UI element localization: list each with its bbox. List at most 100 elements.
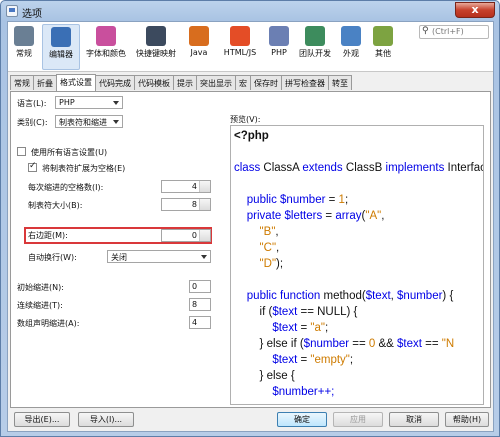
puzzle-icon (373, 26, 393, 46)
code-token: } else { (234, 370, 295, 382)
array-indent-label: 数组声明缩进(A): (17, 319, 80, 328)
code-token: $number++; (234, 386, 335, 398)
array-indent-field[interactable]: 4 (189, 316, 211, 329)
code-token: implements (385, 162, 448, 174)
category-editor[interactable]: 编辑器 (42, 24, 80, 70)
preview-label: 预览(V): (230, 115, 261, 124)
initial-indent-field[interactable]: 0 (189, 280, 211, 293)
code-token: method( (323, 290, 366, 302)
code-token: "C" (234, 242, 277, 254)
tab-1[interactable]: 折叠 (33, 75, 57, 90)
category-gear[interactable]: 常规 (10, 24, 38, 70)
dialog-client: 常规 编辑器 字体和颜色 快捷键映射 Java HTML/JS PHP 团队开发 外观 其他 (C… (7, 21, 494, 432)
category-label: 类别(C): (17, 118, 48, 127)
tab-size-spinner[interactable]: 8 (161, 198, 211, 211)
code-token: && (375, 338, 398, 350)
use-all-languages-checkbox[interactable] (17, 147, 26, 156)
format-panel: 语言(L): PHP 类别(C): 制表符和缩进 使用所有语言设置(U) 将制表… (10, 91, 491, 408)
code-token: $text (397, 338, 422, 350)
tab-7[interactable]: 宏 (235, 75, 251, 90)
button-bar: 导出(E)... 导入(I)... 确定 应用 取消 帮助(H) (8, 409, 493, 431)
tab-2[interactable]: 格式设置 (56, 74, 96, 91)
tab-strip: 常规 折叠 格式设置 代码完成 代码模板 提示 突出显示宏保存时 拼写检查器 转至 (10, 74, 352, 91)
auto-wrap-select[interactable]: 关闭 (107, 250, 211, 263)
category-keyboard[interactable]: 快捷键映射 (132, 24, 180, 70)
tab-4[interactable]: 代码模板 (134, 75, 174, 90)
category-team[interactable]: 团队开发 (296, 24, 334, 70)
language-label: 语言(L): (17, 99, 47, 108)
language-select[interactable]: PHP (55, 96, 123, 109)
code-token: $text (234, 322, 298, 334)
code-token: extends (302, 162, 346, 174)
search-input[interactable]: (Ctrl+F) (419, 25, 489, 39)
code-token: } else if ( (234, 338, 304, 350)
code-token: ; (349, 354, 354, 366)
category-select[interactable]: 制表符和缩进 (55, 115, 123, 128)
ok-button[interactable]: 确定 (277, 412, 327, 427)
code-token: ClassB (345, 162, 386, 174)
category-label: 外观 (343, 49, 359, 58)
category-puzzle[interactable]: 其他 (368, 24, 398, 70)
code-token: ClassA (263, 162, 303, 174)
category-html5[interactable]: HTML/JS (220, 24, 260, 70)
code-line: private $letters = array("A", (234, 208, 483, 224)
code-token: "N (441, 338, 455, 350)
editor-icon (51, 27, 71, 47)
code-token: , (275, 226, 279, 238)
gear-icon (14, 26, 34, 46)
code-line: $text = "empty"; (234, 352, 483, 368)
continuation-indent-field[interactable]: 8 (189, 298, 211, 311)
tab-8[interactable]: 保存时 (250, 75, 282, 90)
category-label: 常规 (16, 49, 32, 58)
right-margin-spinner[interactable]: 0 (161, 229, 211, 242)
category-label: 快捷键映射 (136, 49, 176, 58)
appearance-icon (341, 26, 361, 46)
php-icon (269, 26, 289, 46)
category-label: HTML/JS (223, 48, 257, 57)
tab-0[interactable]: 常规 (10, 75, 34, 90)
code-token: class (234, 162, 264, 174)
code-line: "D"); (234, 256, 483, 272)
use-all-languages-label: 使用所有语言设置(U) (31, 148, 108, 157)
category-label: 团队开发 (299, 49, 331, 58)
code-token: "a" (310, 322, 325, 334)
code-line: public $number = 1; (234, 192, 483, 208)
app-icon (6, 5, 18, 17)
expand-tabs-checkbox[interactable] (28, 161, 37, 172)
code-token: , (276, 242, 280, 254)
code-preview-text: <?php class ClassA extends ClassB implem… (234, 128, 483, 400)
close-button[interactable]: x (455, 2, 495, 18)
code-token: "A" (365, 210, 382, 222)
category-palette[interactable]: 字体和颜色 (84, 24, 128, 70)
category-appearance[interactable]: 外观 (338, 24, 364, 70)
export-button[interactable]: 导出(E)... (14, 412, 70, 427)
import-button[interactable]: 导入(I)... (78, 412, 134, 427)
category-label: PHP (271, 48, 287, 57)
java-icon (189, 26, 209, 46)
help-button[interactable]: 帮助(H) (445, 412, 489, 427)
code-token: $text (272, 306, 298, 318)
cancel-button[interactable]: 取消 (389, 412, 439, 427)
indent-spaces-spinner[interactable]: 4 (161, 180, 211, 193)
tab-6[interactable]: 突出显示 (196, 75, 236, 90)
apply-button[interactable]: 应用 (333, 412, 383, 427)
code-preview[interactable]: <?php class ClassA extends ClassB implem… (230, 125, 484, 405)
tab-3[interactable]: 代码完成 (95, 75, 135, 90)
code-token: = (297, 322, 311, 334)
code-token: "D" (234, 258, 277, 270)
code-token: public (234, 194, 281, 206)
keyboard-icon (146, 26, 166, 46)
category-java[interactable]: Java (184, 24, 214, 70)
title-bar[interactable]: 选项 x (1, 1, 499, 21)
expand-tabs-label: 将制表符扩展为空格(E) (42, 164, 126, 173)
tab-10[interactable]: 转至 (328, 75, 352, 90)
tab-5[interactable]: 提示 (173, 75, 197, 90)
tab-size-label: 制表符大小(B): (28, 201, 83, 210)
initial-indent-label: 初始缩进(N): (17, 283, 64, 292)
tab-9[interactable]: 拼写检查器 (281, 75, 329, 90)
code-token: <?php (234, 130, 269, 142)
code-line: $number++; (234, 384, 483, 400)
category-php[interactable]: PHP (266, 24, 292, 70)
